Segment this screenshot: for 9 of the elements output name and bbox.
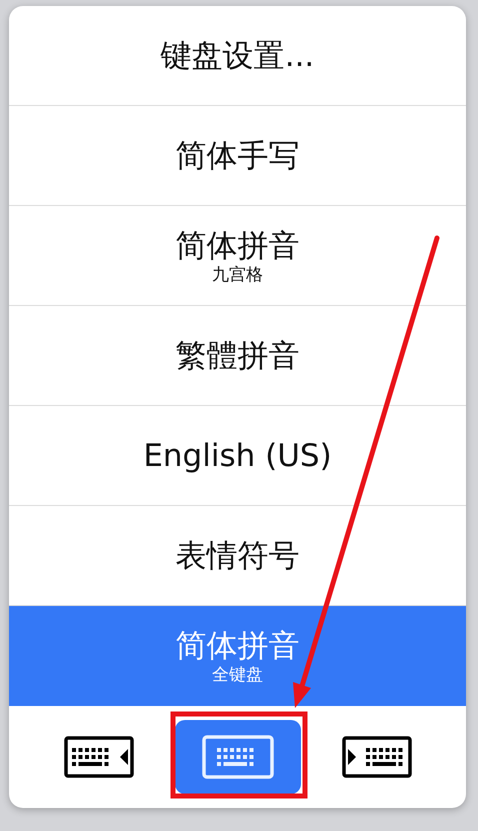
- menu-item[interactable]: 繁體拼音: [9, 306, 466, 406]
- keyboard-dock-left-icon: [64, 736, 134, 778]
- menu-item[interactable]: 简体拼音 九宫格: [9, 206, 466, 306]
- menu-item[interactable]: 简体手写: [9, 106, 466, 206]
- keyboard-icon: [202, 735, 274, 779]
- menu-item[interactable]: English (US): [9, 406, 466, 506]
- keyboard-dock-right-icon: [342, 736, 412, 778]
- menu-item[interactable]: 键盘设置...: [9, 6, 466, 106]
- menu-item[interactable]: 简体拼音 全键盘: [9, 606, 466, 706]
